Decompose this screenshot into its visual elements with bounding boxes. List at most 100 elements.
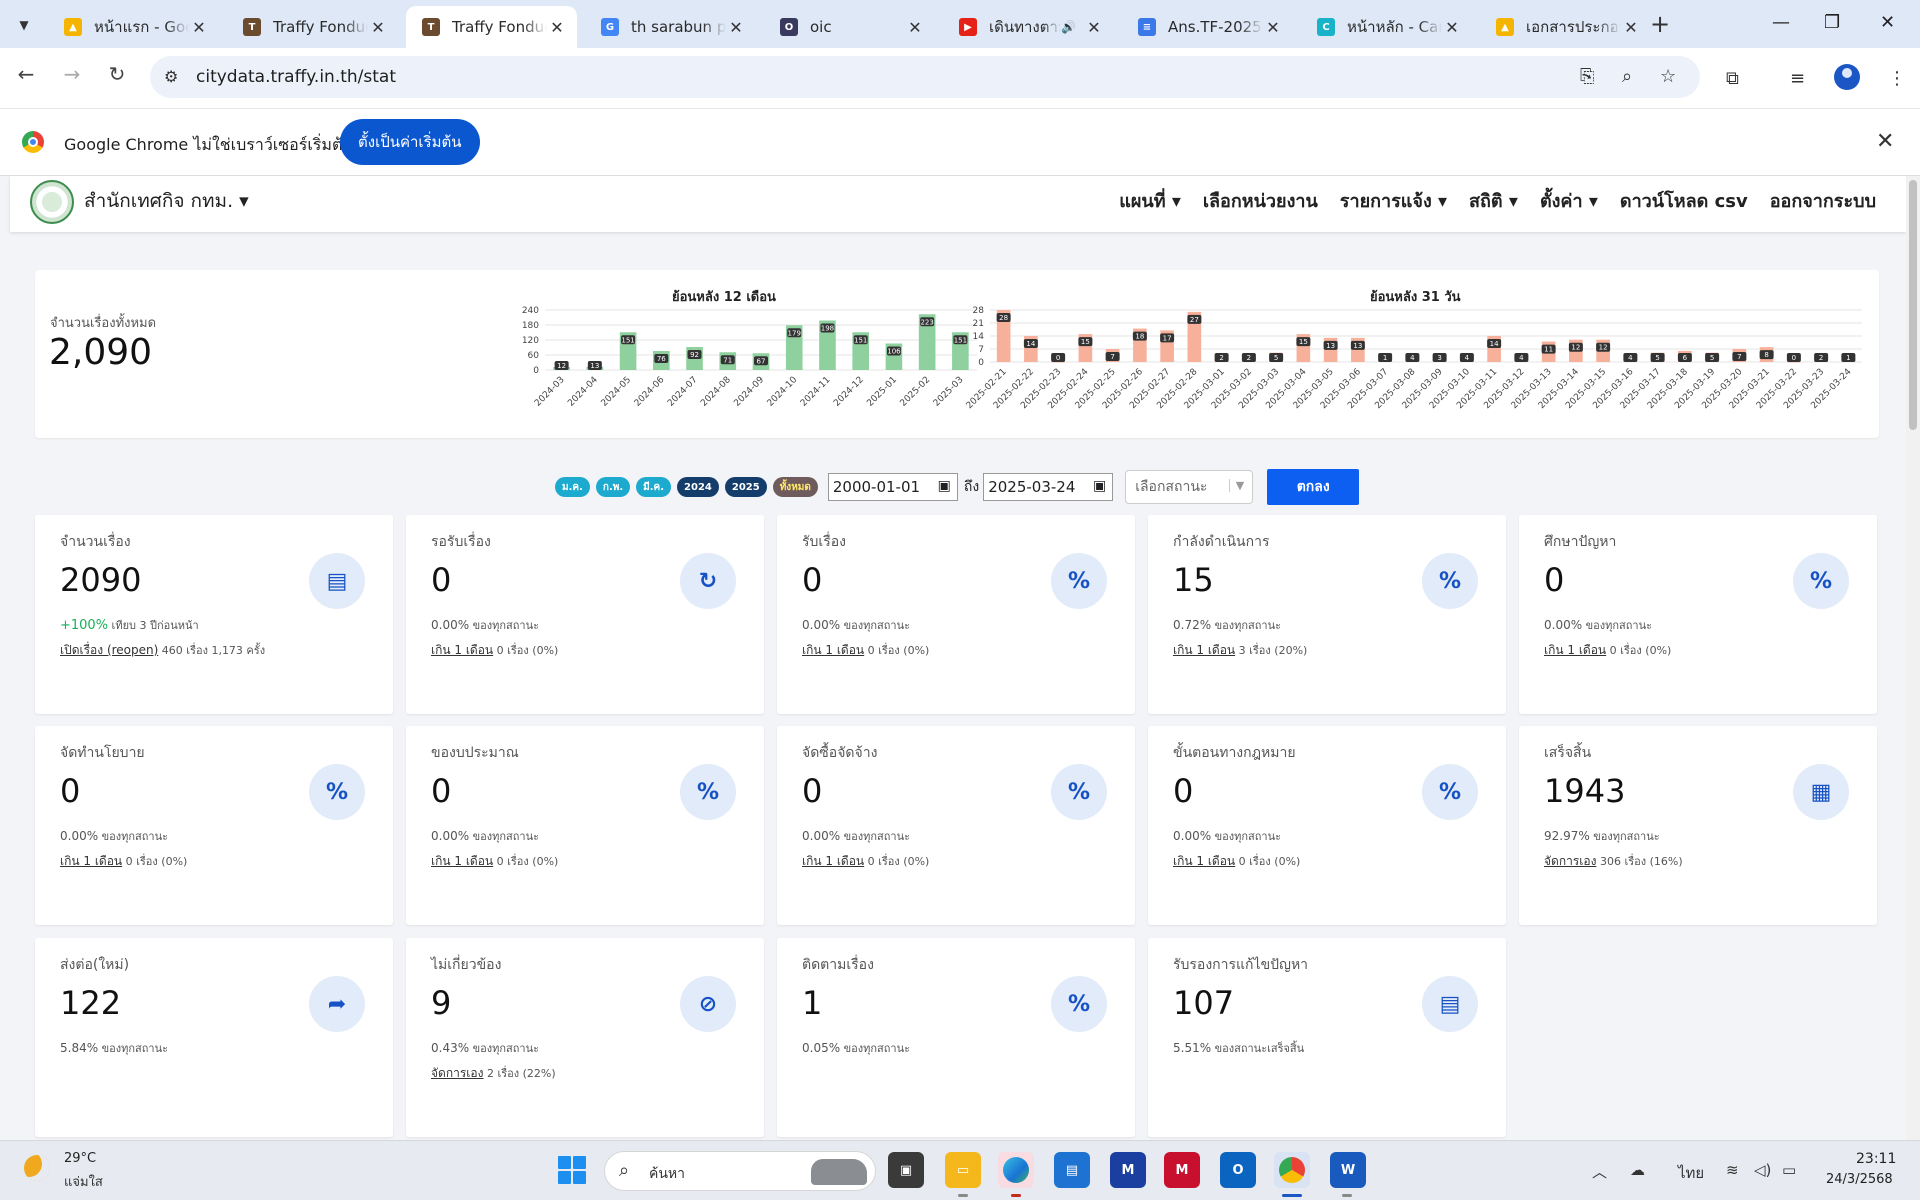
tab-close-icon[interactable]: ✕ xyxy=(726,18,746,37)
filter-pill[interactable]: ม.ค. xyxy=(555,477,590,497)
store-icon[interactable]: ▤ xyxy=(1054,1152,1090,1188)
filter-pill[interactable]: ก.พ. xyxy=(595,477,631,497)
extensions-icon[interactable]: ⧉ xyxy=(1726,68,1739,89)
scrollbar-thumb[interactable] xyxy=(1909,180,1917,430)
date-to-input[interactable]: 2025-03-24 ▣ xyxy=(983,473,1114,501)
address-bar[interactable]: ⚙ citydata.traffy.in.th/stat ⎘ ⌕ ☆ xyxy=(150,56,1700,98)
infobar-close-icon[interactable]: ✕ xyxy=(1876,129,1894,154)
nav-link[interactable]: ตั้งค่า ▾ xyxy=(1540,186,1598,215)
filter-pill[interactable]: 2024 xyxy=(677,477,719,497)
tab-close-icon[interactable]: ✕ xyxy=(1621,18,1641,37)
detail-link[interactable]: เกิน 1 เดือน xyxy=(431,854,493,868)
wifi-icon[interactable]: ≋ xyxy=(1726,1161,1739,1179)
summary-panel: จำนวนเรื่องทั้งหมด 2,090 ย้อนหลัง 12 เดื… xyxy=(35,270,1879,438)
nav-link[interactable]: ออกจากระบบ xyxy=(1770,186,1876,215)
tab-close-icon[interactable]: ✕ xyxy=(905,18,925,37)
detail-link[interactable]: เกิน 1 เดือน xyxy=(1544,643,1606,657)
media-control-icon[interactable]: ≡ xyxy=(1790,68,1805,89)
tab-close-icon[interactable]: ✕ xyxy=(547,18,567,37)
forward-arrow-icon: ➦ xyxy=(309,976,365,1032)
nav-link[interactable]: เลือกหน่วยงาน xyxy=(1203,186,1318,215)
edge-icon[interactable] xyxy=(998,1152,1034,1188)
browser-tab[interactable]: ▲ เอกสารประกอบ ✕ xyxy=(1480,6,1651,48)
new-tab-button[interactable]: + xyxy=(1650,12,1670,36)
weather-temperature[interactable]: 29°C xyxy=(64,1151,96,1166)
mcafee-icon[interactable]: M xyxy=(1164,1152,1200,1188)
date-from-input[interactable]: 2000-01-01 ▣ xyxy=(827,473,958,501)
detail-link[interactable]: เปิดเรื่อง (reopen) xyxy=(60,643,158,657)
zoom-icon[interactable]: ⌕ xyxy=(1622,66,1632,87)
browser-tab[interactable]: ▲ หน้าแรก - Goo ✕ xyxy=(48,6,219,48)
submit-button[interactable]: ตกลง xyxy=(1267,469,1360,505)
forward-button[interactable]: → xyxy=(56,62,88,86)
detail-link[interactable]: จัดการเอง xyxy=(431,1066,483,1080)
status-select[interactable]: เลือกสถานะ ▼ xyxy=(1125,470,1254,504)
detail-link[interactable]: เกิน 1 เดือน xyxy=(1173,643,1235,657)
nav-link[interactable]: ดาวน์โหลด csv xyxy=(1620,186,1748,215)
browser-tab[interactable]: C หน้าหลัก - Car ✕ xyxy=(1301,6,1472,48)
detail-link[interactable]: เกิน 1 เดือน xyxy=(431,643,493,657)
detail-link[interactable]: เกิน 1 เดือน xyxy=(802,643,864,657)
taskbar-search[interactable]: ⌕ ค้นหา xyxy=(604,1151,876,1191)
audio-playing-icon[interactable]: 🔊 xyxy=(1061,20,1076,34)
volume-icon[interactable]: ◁) xyxy=(1754,1161,1771,1179)
word-icon[interactable]: W xyxy=(1330,1152,1366,1188)
browser-tab[interactable]: ▶ เดินทางตาม 🔊 ✕ xyxy=(943,6,1114,48)
filter-pill[interactable]: 2025 xyxy=(724,477,767,497)
browser-tab[interactable]: Ooic ✕ xyxy=(764,6,935,48)
tab-close-icon[interactable]: ✕ xyxy=(1084,18,1104,37)
back-button[interactable]: ← xyxy=(10,62,42,86)
browser-tab[interactable]: T Traffy Fondue ✕ xyxy=(406,6,577,48)
detail-link[interactable]: เกิน 1 เดือน xyxy=(802,854,864,868)
nav-link[interactable]: สถิติ ▾ xyxy=(1469,186,1518,215)
clock-time[interactable]: 23:11 xyxy=(1856,1151,1896,1167)
filter-pill[interactable]: ทั้งหมด xyxy=(772,477,818,497)
filter-pill[interactable]: มี.ค. xyxy=(636,477,672,497)
org-dropdown[interactable]: สำนักเทศกิจ กทม. ▾ xyxy=(84,186,249,216)
browser-tab[interactable]: ≡ Ans.TF-2025- ✕ xyxy=(1122,6,1293,48)
input-language[interactable]: ไทย xyxy=(1678,1161,1704,1185)
chrome-taskbar-icon[interactable] xyxy=(1274,1152,1310,1188)
restore-button[interactable]: ❐ xyxy=(1824,12,1840,33)
tab-close-icon[interactable]: ✕ xyxy=(1442,18,1462,37)
detail-text: 0 เรื่อง (0%) xyxy=(493,855,559,868)
file-explorer-icon[interactable]: ▭ xyxy=(945,1152,981,1188)
show-hidden-icons[interactable]: ︿ xyxy=(1592,1161,1607,1182)
start-button[interactable] xyxy=(558,1156,586,1184)
weather-status[interactable]: แจ่มใส xyxy=(64,1171,103,1192)
clock-date[interactable]: 24/3/2568 xyxy=(1826,1172,1893,1187)
browser-tab[interactable]: T Traffy Fondue ✕ xyxy=(227,6,398,48)
calendar-icon[interactable]: ▣ xyxy=(1093,478,1106,494)
stat-card-title: จัดทำนโยบาย xyxy=(60,745,145,761)
reload-button[interactable]: ↻ xyxy=(101,62,133,86)
stat-card-share: 0.00% ของทุกสถานะ xyxy=(1173,827,1281,845)
tab-search-button[interactable]: ▼ xyxy=(8,10,40,40)
browser-tab[interactable]: Gth sarabun ps ✕ xyxy=(585,6,756,48)
nav-link[interactable]: แผนที่ ▾ xyxy=(1119,186,1181,215)
outlook-icon[interactable]: O xyxy=(1220,1152,1256,1188)
nav-link[interactable]: รายการแจ้ง ▾ xyxy=(1340,186,1447,215)
x-tick-label: 2024-03 xyxy=(533,375,567,409)
weather-moon-icon[interactable] xyxy=(24,1155,50,1181)
chrome-menu-icon[interactable]: ⋮ xyxy=(1888,68,1906,89)
minimize-button[interactable]: — xyxy=(1772,12,1790,33)
battery-icon[interactable]: ▭ xyxy=(1782,1161,1796,1179)
bookmark-star-icon[interactable]: ☆ xyxy=(1660,66,1676,87)
tab-close-icon[interactable]: ✕ xyxy=(1263,18,1283,37)
install-app-icon[interactable]: ⎘ xyxy=(1580,66,1594,87)
detail-link[interactable]: จัดการเอง xyxy=(1544,854,1596,868)
math-app-icon[interactable]: M xyxy=(1110,1152,1146,1188)
set-default-button[interactable]: ตั้งเป็นค่าเริ่มต้น xyxy=(340,119,480,165)
close-window-button[interactable]: ✕ xyxy=(1880,12,1895,33)
detail-link[interactable]: เกิน 1 เดือน xyxy=(1173,854,1235,868)
task-view-icon[interactable]: ▣ xyxy=(888,1152,924,1188)
calendar-icon[interactable]: ▣ xyxy=(938,478,951,494)
tab-close-icon[interactable]: ✕ xyxy=(368,18,388,37)
site-info-icon[interactable]: ⚙ xyxy=(164,67,178,86)
profile-avatar[interactable] xyxy=(1834,64,1860,90)
detail-link[interactable]: เกิน 1 เดือน xyxy=(60,854,122,868)
page-scrollbar[interactable] xyxy=(1906,176,1920,1140)
bar-value-label: 11 xyxy=(1544,346,1553,354)
onedrive-icon[interactable]: ☁ xyxy=(1630,1161,1645,1179)
tab-close-icon[interactable]: ✕ xyxy=(189,18,209,37)
